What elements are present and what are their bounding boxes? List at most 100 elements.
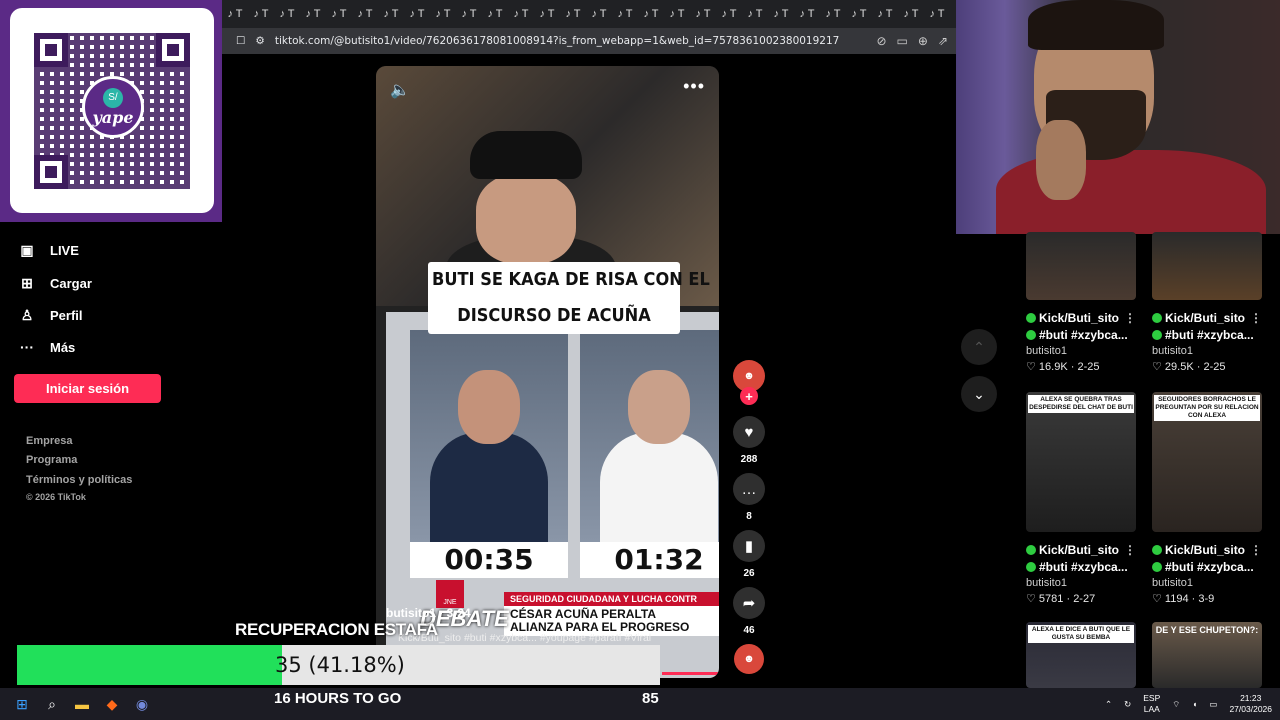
kebab-icon[interactable]: ⋮	[1250, 542, 1262, 559]
url-text[interactable]: tiktok.com/@butisito1/video/762063617808…	[275, 35, 840, 47]
browser-tab[interactable]: ♪ T	[352, 0, 378, 28]
grid-video-card[interactable]: Kick/Buti_sito ⋮ #buti #xzybca... butisit…	[1152, 232, 1262, 382]
zoom-icon[interactable]: ⊕	[918, 34, 928, 48]
browser-tab[interactable]: ♪ T	[326, 0, 352, 28]
browser-tab[interactable]: ♪ T	[664, 0, 690, 28]
browser-tab[interactable]: ♪ T	[482, 0, 508, 28]
bookmark-icon[interactable]: ☐	[236, 35, 245, 47]
kebab-icon[interactable]: ⋮	[1250, 310, 1262, 327]
tab-strip: ♪ T ♪ T ♪ T ♪ T ♪ T ♪ T ♪ T ♪ T ♪ T ♪ T ♪ T ♪ T ♪ T ♪…	[222, 0, 956, 28]
card-user[interactable]: butisito1	[1026, 577, 1136, 589]
cast-icon[interactable]: ▭	[897, 34, 908, 48]
card-title-line-1: Kick/Buti_sito	[1165, 311, 1246, 325]
grid-video-card[interactable]: Kick/Buti_sito ⋮ #buti #xzybca... butisit…	[1026, 232, 1136, 382]
folder-icon[interactable]: ▬	[68, 690, 96, 718]
browser-tab[interactable]: ♪ T	[300, 0, 326, 28]
browser-tab[interactable]: ♪ T	[560, 0, 586, 28]
discord-icon[interactable]: ◉	[128, 690, 156, 718]
browser-tab[interactable]: ♪ T	[898, 0, 924, 28]
sidebar-item-profile[interactable]: ♙ Perfil	[18, 305, 83, 325]
browser-tab[interactable]: ♪ T	[222, 0, 248, 28]
video-author[interactable]: butisito1 · 3-24	[386, 606, 471, 620]
more-options-icon[interactable]: •••	[683, 76, 705, 97]
card-user[interactable]: butisito1	[1152, 345, 1262, 357]
browser-tab[interactable]: ♪ T	[846, 0, 872, 28]
video-thumbnail[interactable]: SEGUIDORES BORRACHOS LE PREGUNTAN POR SU…	[1152, 392, 1262, 532]
bookmark-icon[interactable]: ▮	[733, 530, 765, 562]
browser-tab[interactable]: ♪ T	[768, 0, 794, 28]
video-thumbnail[interactable]: ALEXA LE DICE A BUTI QUE LE GUSTA SU BEM…	[1026, 622, 1136, 688]
volume-icon[interactable]: ◖	[1192, 699, 1197, 709]
browser-tab[interactable]: ♪ T	[742, 0, 768, 28]
candidate-right	[580, 330, 719, 542]
like-action[interactable]: ♥ 288	[732, 416, 766, 465]
browser-tab[interactable]: ♪ T	[924, 0, 950, 28]
browser-tab[interactable]: ♪ T	[638, 0, 664, 28]
video-player[interactable]: 🔈 ••• 00:35 01:32 JNE SEGURIDAD CIUDADAN…	[376, 66, 719, 678]
video-thumbnail[interactable]: ALEXA SE QUEBRA TRAS DESPEDIRSE DEL CHAT…	[1026, 392, 1136, 532]
browser-tab[interactable]: ♪ T	[612, 0, 638, 28]
browser-tab[interactable]: ♪ T	[274, 0, 300, 28]
kebab-icon[interactable]: ⋮	[1124, 310, 1136, 327]
chevron-up-icon[interactable]: ⌃	[1105, 699, 1112, 710]
address-bar[interactable]: ☐ ⚙ tiktok.com/@butisito1/video/76206361…	[222, 28, 956, 54]
browser-tab[interactable]: ♪ T	[534, 0, 560, 28]
footer-link-terms[interactable]: Términos y políticas	[26, 474, 132, 486]
sync-icon[interactable]: ↻	[1124, 699, 1131, 710]
browser-tab[interactable]: ♪ T	[378, 0, 404, 28]
save-action[interactable]: ▮ 26	[732, 530, 766, 579]
grid-video-card[interactable]: ALEXA LE DICE A BUTI QUE LE GUSTA SU BEM…	[1026, 622, 1136, 688]
language-indicator[interactable]: ESP LAA	[1143, 693, 1160, 715]
sidebar-item-more[interactable]: ··· Más	[18, 337, 75, 357]
comment-count: 8	[746, 511, 752, 522]
video-thumbnail[interactable]	[1026, 232, 1136, 300]
card-user[interactable]: butisito1	[1152, 577, 1262, 589]
browser-tab[interactable]: ♪ T	[404, 0, 430, 28]
sidebar-item-upload[interactable]: ⊞ Cargar	[18, 273, 92, 293]
brave-icon[interactable]: ◆	[98, 690, 126, 718]
grid-video-card[interactable]: ALEXA SE QUEBRA TRAS DESPEDIRSE DEL CHAT…	[1026, 392, 1136, 605]
browser-tab[interactable]: ♪ T	[248, 0, 274, 28]
video-thumbnail[interactable]	[1152, 232, 1262, 300]
sidebar-item-live[interactable]: ▣ LIVE	[18, 240, 79, 260]
battery-icon[interactable]: ▭	[1209, 699, 1217, 710]
grid-video-card[interactable]: DE Y ESE CHUPETON?:	[1152, 622, 1262, 688]
browser-tab[interactable]: ♪ T	[508, 0, 534, 28]
login-button[interactable]: Iniciar sesión	[14, 374, 161, 403]
next-video-button[interactable]: ⌄	[961, 376, 997, 412]
site-info-icon[interactable]: ⚙	[255, 35, 264, 47]
card-title-line-1: Kick/Buti_sito	[1165, 543, 1246, 557]
card-date: 2-25	[1077, 361, 1100, 373]
comment-action[interactable]: … 8	[732, 473, 766, 522]
share-action[interactable]: ➦ 46	[732, 587, 766, 636]
browser-tab[interactable]: ♪ T	[690, 0, 716, 28]
no-track-icon[interactable]: ⊘	[876, 34, 886, 48]
video-progress[interactable]	[662, 672, 718, 675]
card-date: 2-27	[1073, 593, 1096, 605]
card-user[interactable]: butisito1	[1026, 345, 1136, 357]
grid-video-card[interactable]: SEGUIDORES BORRACHOS LE PREGUNTAN POR SU…	[1152, 392, 1262, 605]
clock[interactable]: 21:23 27/03/2026	[1229, 693, 1272, 715]
footer-link-program[interactable]: Programa	[26, 454, 77, 466]
share-icon[interactable]: ⇗	[938, 34, 948, 48]
volume-icon[interactable]: 🔈	[390, 80, 410, 100]
browser-tab[interactable]: ♪ T	[716, 0, 742, 28]
browser-tab[interactable]: ♪ T	[872, 0, 898, 28]
music-disc-icon[interactable]: ☻	[734, 644, 764, 674]
kebab-icon[interactable]: ⋮	[1124, 542, 1136, 559]
follow-button[interactable]: +	[740, 387, 758, 405]
browser-tab[interactable]: ♪ T	[794, 0, 820, 28]
browser-tab[interactable]: ♪ T	[586, 0, 612, 28]
share-icon[interactable]: ➦	[733, 587, 765, 619]
previous-video-button[interactable]: ⌃	[961, 329, 997, 365]
browser-tab[interactable]: ♪ T	[820, 0, 846, 28]
start-icon[interactable]: ⊞	[8, 690, 36, 718]
footer-link-company[interactable]: Empresa	[26, 435, 72, 447]
wifi-icon[interactable]: ⌔	[1172, 699, 1180, 710]
search-icon[interactable]: ⌕	[38, 690, 66, 718]
browser-tab[interactable]: ♪ T	[456, 0, 482, 28]
video-thumbnail[interactable]: DE Y ESE CHUPETON?:	[1152, 622, 1262, 688]
comment-icon[interactable]: …	[733, 473, 765, 505]
browser-tab[interactable]: ♪ T	[430, 0, 456, 28]
heart-icon[interactable]: ♥	[733, 416, 765, 448]
